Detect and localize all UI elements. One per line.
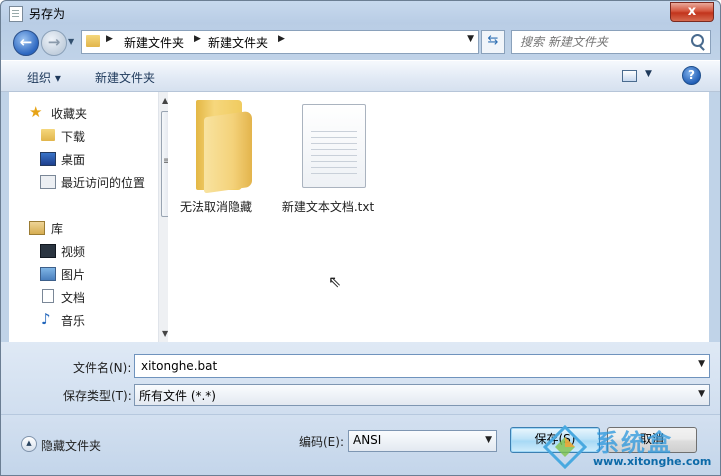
library-icon <box>29 221 45 235</box>
recent-pages-dropdown[interactable]: ▼ <box>68 37 78 47</box>
mouse-cursor-icon: ⇖ <box>328 272 342 291</box>
chevron-right-icon[interactable]: ▶ <box>106 34 113 44</box>
video-icon <box>40 244 56 258</box>
window-title: 另存为 <box>29 7 66 21</box>
organize-menu[interactable]: 组织 ▾ <box>27 69 61 86</box>
encoding-select[interactable]: ANSI ▼ <box>348 430 497 452</box>
sidebar-item-videos[interactable]: 视频 <box>61 243 85 260</box>
chevron-right-icon[interactable]: ▶ <box>194 34 201 44</box>
dialog-footer: ▲ 隐藏文件夹 编码(E): ANSI ▼ 保存(S) 取消 <box>1 414 720 475</box>
folder-icon <box>86 35 100 47</box>
command-bar: 组织 ▾ 新建文件夹 ▼ ? <box>1 60 720 92</box>
save-as-dialog: 另存为 x ← → ▼ ▶ 新建文件夹 ▶ 新建文件夹 ▶ ▼ ⇆ 组织 ▾ 新… <box>0 0 721 476</box>
cancel-button[interactable]: 取消 <box>607 427 697 453</box>
sidebar-item-libraries[interactable]: 库 <box>51 220 63 237</box>
back-button[interactable]: ← <box>13 30 39 56</box>
save-form: 文件名(N): ▼ 保存类型(T): 所有文件 (*.*) ▼ <box>1 342 720 414</box>
navigation-pane: ★ 收藏夹 下载 桌面 最近访问的位置 库 视频 图片 文档 ♪ 音乐 ▲ ▼ <box>9 92 175 342</box>
chevron-up-icon[interactable]: ▲ <box>21 436 37 452</box>
search-icon[interactable] <box>691 34 704 47</box>
filename-input[interactable] <box>139 357 683 375</box>
chevron-down-icon[interactable]: ▼ <box>467 34 474 44</box>
document-icon <box>42 289 54 303</box>
recent-places-icon <box>40 175 56 189</box>
breadcrumb-item[interactable]: 新建文件夹 <box>124 34 184 51</box>
close-button[interactable]: x <box>670 2 714 22</box>
file-list: 无法取消隐藏 新建文本文档.txt ⇖ <box>168 92 709 342</box>
text-file-icon <box>302 104 366 188</box>
chevron-down-icon[interactable]: ▼ <box>698 389 705 399</box>
folder-icon <box>41 129 55 141</box>
sidebar-item-favorites[interactable]: 收藏夹 <box>51 105 87 122</box>
sidebar-item-desktop[interactable]: 桌面 <box>61 151 85 168</box>
forward-button[interactable]: → <box>41 30 67 56</box>
filetype-value: 所有文件 (*.*) <box>139 389 216 403</box>
filetype-select[interactable]: 所有文件 (*.*) ▼ <box>134 384 710 406</box>
star-icon: ★ <box>29 103 43 121</box>
encoding-value: ANSI <box>353 433 382 447</box>
file-name: 无法取消隐藏 <box>179 200 252 214</box>
new-folder-button[interactable]: 新建文件夹 <box>95 69 155 86</box>
encoding-label: 编码(E): <box>299 435 344 449</box>
hide-folders-toggle[interactable]: 隐藏文件夹 <box>41 437 101 454</box>
filename-combobox[interactable]: ▼ <box>134 354 710 378</box>
title-bar: 另存为 x <box>1 1 720 25</box>
address-bar[interactable]: ▶ 新建文件夹 ▶ 新建文件夹 ▶ ▼ <box>81 30 479 54</box>
breadcrumb-item[interactable]: 新建文件夹 <box>208 34 268 51</box>
image-icon <box>40 267 56 281</box>
notepad-icon <box>9 6 23 22</box>
sidebar-item-documents[interactable]: 文档 <box>61 289 85 306</box>
filename-label: 文件名(N): <box>73 361 132 375</box>
view-options-icon[interactable] <box>622 70 637 82</box>
music-icon: ♪ <box>41 310 51 328</box>
sidebar-item-music[interactable]: 音乐 <box>61 312 85 329</box>
search-input[interactable] <box>518 33 690 51</box>
help-icon[interactable]: ? <box>682 66 701 85</box>
sidebar-item-pictures[interactable]: 图片 <box>61 266 85 283</box>
chevron-down-icon[interactable]: ▼ <box>485 435 492 445</box>
sidebar-item-downloads[interactable]: 下载 <box>61 128 85 145</box>
chevron-right-icon[interactable]: ▶ <box>278 34 285 44</box>
desktop-icon <box>40 152 56 166</box>
sidebar-item-recent[interactable]: 最近访问的位置 <box>61 174 145 191</box>
chevron-down-icon[interactable]: ▼ <box>698 359 705 369</box>
filetype-label: 保存类型(T): <box>63 389 132 403</box>
refresh-button[interactable]: ⇆ <box>481 30 505 54</box>
folder-icon <box>196 100 254 194</box>
search-box[interactable] <box>511 30 711 54</box>
save-button[interactable]: 保存(S) <box>510 427 600 453</box>
file-name: 新建文本文档.txt <box>281 200 375 214</box>
chevron-down-icon[interactable]: ▼ <box>645 69 652 79</box>
